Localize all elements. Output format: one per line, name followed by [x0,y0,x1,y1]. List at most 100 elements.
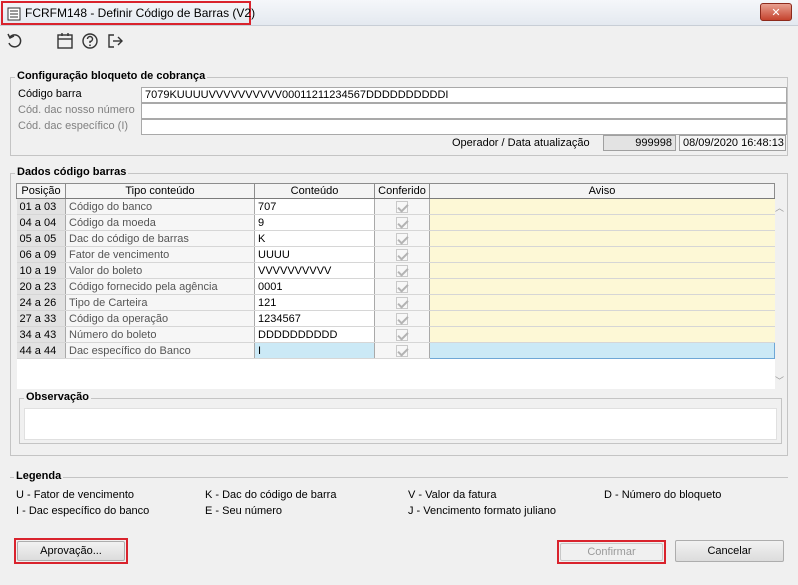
table-header: Posição Tipo conteúdo Conteúdo Conferido… [16,183,775,199]
cell-conteudo[interactable]: 0001 [254,278,375,295]
dac-nosso-numero-label: Cód. dac nosso número [18,104,135,116]
col-conferido[interactable]: Conferido [374,183,430,199]
table-row[interactable]: 44 a 44 Dac específico do Banco I [16,342,775,359]
cell-tipo-conteudo: Fator de vencimento [65,246,255,263]
conferido-checkbox[interactable] [396,312,408,325]
col-tipo-conteudo[interactable]: Tipo conteúdo [65,183,255,199]
cell-conferido[interactable] [374,246,430,263]
cell-posicao: 05 a 05 [16,230,66,247]
cell-posicao: 06 a 09 [16,246,66,263]
dac-nosso-numero-input[interactable] [141,103,787,119]
legenda-item: U - Fator de vencimento [16,489,134,501]
table-row-empty [16,358,775,389]
conferido-checkbox[interactable] [396,328,408,341]
conferido-checkbox[interactable] [396,296,408,309]
legenda-title: Legenda [14,470,64,482]
table-row[interactable]: 34 a 43 Número do boleto DDDDDDDDDD [16,326,775,343]
cell-conferido[interactable] [374,278,430,295]
conferido-checkbox[interactable] [396,232,408,245]
cell-conteudo[interactable]: VVVVVVVVVV [254,262,375,279]
observacao-title: Observação [24,391,91,403]
cell-conferido[interactable] [374,310,430,327]
legenda-item: K - Dac do código de barra [205,489,337,501]
cell-aviso [429,198,775,215]
cell-conferido[interactable] [374,262,430,279]
cell-tipo-conteudo: Código da moeda [65,214,255,231]
col-posicao[interactable]: Posição [16,183,66,199]
legenda-group: Legenda [10,470,788,527]
col-aviso[interactable]: Aviso [429,183,775,199]
app-icon [7,7,21,21]
dac-especifico-input[interactable] [141,119,787,135]
cell-tipo-conteudo: Dac específico do Banco [65,342,255,359]
dados-group-title: Dados código barras [15,166,129,178]
close-icon: ✕ [771,6,781,19]
exit-icon[interactable] [106,32,124,50]
table-row[interactable]: 24 a 26 Tipo de Carteira 121 [16,294,775,311]
observacao-group: Observação [19,391,782,444]
conferido-checkbox[interactable] [396,264,408,277]
refresh-icon[interactable] [6,32,24,50]
cell-posicao: 24 a 26 [16,294,66,311]
cell-aviso [429,246,775,263]
cell-conferido[interactable] [374,294,430,311]
cell-tipo-conteudo: Tipo de Carteira [65,294,255,311]
cancelar-button[interactable]: Cancelar [675,540,784,562]
cell-aviso [429,342,775,359]
table-row[interactable]: 20 a 23 Código fornecido pela agência 0001 [16,278,775,295]
scroll-down-icon[interactable]: ﹀ [775,374,784,387]
cell-conteudo[interactable]: 9 [254,214,375,231]
cell-aviso [429,310,775,327]
cell-conteudo[interactable]: K [254,230,375,247]
codigo-barra-input[interactable]: 7079KUUUUVVVVVVVVVV00011211234567DDDDDDD… [141,87,787,103]
cell-aviso [429,230,775,247]
cell-posicao: 34 a 43 [16,326,66,343]
confirmar-button[interactable]: Confirmar [560,543,663,561]
observacao-input[interactable] [24,408,777,440]
scroll-up-icon[interactable]: ︿ [775,201,784,214]
cell-conteudo[interactable]: UUUU [254,246,375,263]
legenda-item: V - Valor da fatura [408,489,497,501]
conferido-checkbox[interactable] [396,200,408,213]
legenda-item: I - Dac específico do banco [16,505,150,517]
cell-conferido[interactable] [374,230,430,247]
window-title: FCRFM148 - Definir Código de Barras (V2) [25,6,256,20]
cell-posicao: 20 a 23 [16,278,66,295]
help-icon[interactable] [81,32,99,50]
title-highlight: FCRFM148 - Definir Código de Barras (V2) [1,1,255,25]
cell-tipo-conteudo: Valor do boleto [65,262,255,279]
empty-cell [16,358,775,389]
dac-especifico-label: Cód. dac específico (I) [18,120,129,132]
cell-posicao: 01 a 03 [16,198,66,215]
cell-tipo-conteudo: Código do banco [65,198,255,215]
cell-conteudo[interactable]: 707 [254,198,375,215]
cell-conferido[interactable] [374,214,430,231]
conferido-checkbox[interactable] [396,216,408,229]
conferido-checkbox[interactable] [396,344,408,357]
cell-tipo-conteudo: Dac do código de barras [65,230,255,247]
cell-conferido[interactable] [374,326,430,343]
table-row[interactable]: 05 a 05 Dac do código de barras K [16,230,775,247]
conferido-checkbox[interactable] [396,280,408,293]
cell-conferido[interactable] [374,198,430,215]
table-row[interactable]: 04 a 04 Código da moeda 9 [16,214,775,231]
col-conteudo[interactable]: Conteúdo [254,183,375,199]
calendar-icon[interactable] [56,32,74,50]
cell-posicao: 27 a 33 [16,310,66,327]
cell-conteudo[interactable]: 121 [254,294,375,311]
cell-aviso [429,278,775,295]
cell-conteudo[interactable]: DDDDDDDDDD [254,326,375,343]
table-row[interactable]: 10 a 19 Valor do boleto VVVVVVVVVV [16,262,775,279]
close-button[interactable]: ✕ [760,3,792,21]
aprovacao-button[interactable]: Aprovação... [17,541,125,561]
cell-conteudo[interactable]: 1234567 [254,310,375,327]
cell-posicao: 04 a 04 [16,214,66,231]
conferido-checkbox[interactable] [396,248,408,261]
table-row[interactable]: 27 a 33 Código da operação 1234567 [16,310,775,327]
cell-aviso [429,214,775,231]
table-row[interactable]: 01 a 03 Código do banco 707 [16,198,775,215]
cell-aviso [429,326,775,343]
cell-conteudo[interactable]: I [254,342,375,359]
cell-conferido[interactable] [374,342,430,359]
table-row[interactable]: 06 a 09 Fator de vencimento UUUU [16,246,775,263]
